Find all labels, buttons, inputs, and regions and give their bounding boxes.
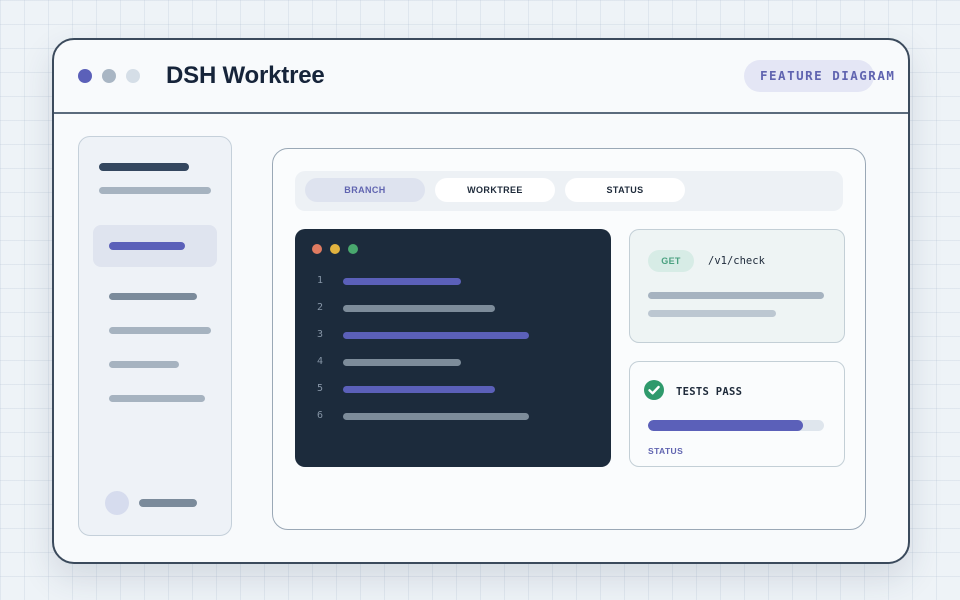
app-window: DSH Worktree FEATURE DIAGRAM BRANCH WORK… (52, 38, 910, 564)
code-dot-green (348, 244, 358, 254)
sidebar-item[interactable] (109, 327, 211, 334)
window-dot-primary[interactable] (78, 69, 92, 83)
http-method-badge: GET (648, 250, 694, 272)
tests-progress-bar (648, 420, 824, 431)
avatar[interactable] (105, 491, 129, 515)
sidebar-item-active[interactable] (93, 225, 217, 267)
tests-progress-fill (648, 420, 803, 431)
sidebar-title-placeholder (99, 163, 189, 171)
code-editor: 1 2 3 4 5 6 (295, 229, 611, 467)
app-title: DSH Worktree (166, 62, 325, 89)
code-line (343, 332, 529, 339)
tab-worktree[interactable]: WORKTREE (435, 178, 555, 202)
endpoint-path: /v1/check (708, 255, 765, 267)
badge-label: FEATURE DIAGRAM (760, 68, 896, 83)
sidebar-subtitle-placeholder (99, 187, 211, 194)
tab-strip: BRANCH WORKTREE STATUS (295, 171, 843, 211)
window-dot-tertiary[interactable] (126, 69, 140, 83)
code-line (343, 359, 461, 366)
tab-status[interactable]: STATUS (565, 178, 685, 202)
line-number: 5 (317, 383, 324, 394)
line-number: 1 (317, 275, 324, 286)
line-number: 3 (317, 329, 324, 340)
check-circle-icon (644, 380, 664, 400)
api-card[interactable]: GET /v1/check (629, 229, 845, 343)
sidebar-item[interactable] (109, 395, 205, 402)
sidebar-item-active-label (109, 242, 185, 250)
code-dot-yellow (330, 244, 340, 254)
user-name-placeholder (139, 499, 197, 507)
sidebar-item[interactable] (109, 293, 197, 300)
title-bar: DSH Worktree FEATURE DIAGRAM (54, 40, 908, 114)
line-number: 6 (317, 410, 324, 421)
main-panel: BRANCH WORKTREE STATUS 1 2 3 4 5 6 GET /… (272, 148, 866, 530)
window-dot-secondary[interactable] (102, 69, 116, 83)
check-mark-icon (648, 385, 660, 395)
tests-status-label: TESTS PASS (676, 386, 743, 398)
status-caption: STATUS (648, 446, 684, 456)
tests-card[interactable]: TESTS PASS STATUS (629, 361, 845, 467)
sidebar-item[interactable] (109, 361, 179, 368)
code-line (343, 305, 495, 312)
sidebar (78, 136, 232, 536)
api-detail-line (648, 310, 776, 317)
tab-branch[interactable]: BRANCH (305, 178, 425, 202)
code-line (343, 278, 461, 285)
line-number: 2 (317, 302, 324, 313)
code-line (343, 386, 495, 393)
code-dot-red (312, 244, 322, 254)
feature-diagram-badge: FEATURE DIAGRAM (744, 60, 896, 92)
api-detail-line (648, 292, 824, 299)
line-number: 4 (317, 356, 324, 367)
code-line (343, 413, 529, 420)
